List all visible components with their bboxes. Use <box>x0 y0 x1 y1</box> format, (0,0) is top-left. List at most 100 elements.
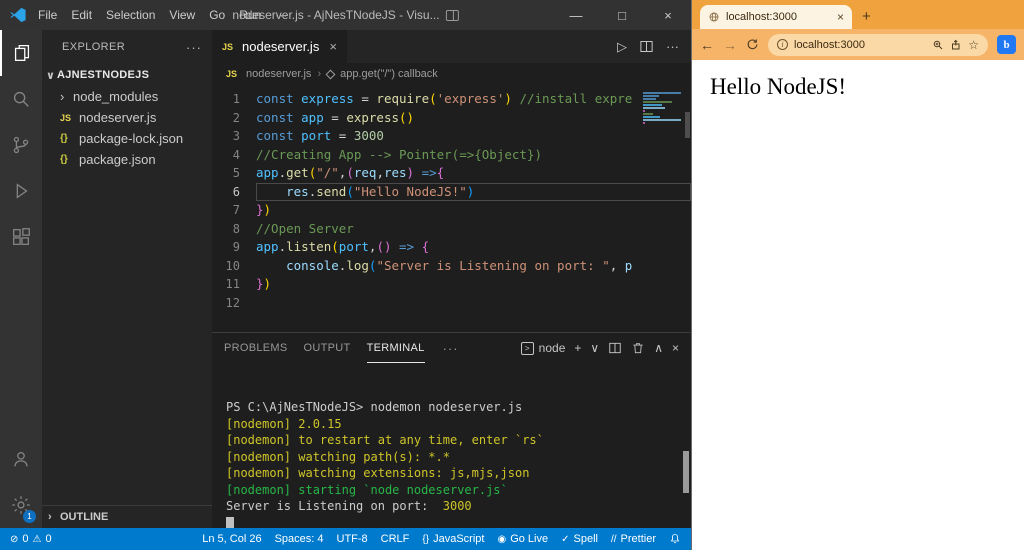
browser-tab-close-icon[interactable]: × <box>837 10 844 24</box>
kill-terminal-icon[interactable] <box>631 341 645 355</box>
outline-section[interactable]: › OUTLINE <box>42 505 212 528</box>
shell-label: node <box>539 341 566 355</box>
menu-item-file[interactable]: File <box>31 0 64 30</box>
status-eol[interactable]: CRLF <box>381 533 410 545</box>
source-control-icon[interactable] <box>0 122 42 168</box>
editor-scrollbar[interactable] <box>685 112 690 138</box>
shell-selector[interactable]: > node <box>521 341 566 355</box>
close-panel-icon[interactable]: × <box>672 341 679 355</box>
breadcrumb-symbol[interactable]: app.get("/") callback <box>340 68 438 80</box>
code-line[interactable]: 6 res.send("Hello NodeJS!") <box>212 183 691 202</box>
forward-button[interactable]: → <box>723 38 737 52</box>
terminal[interactable]: PS C:\AjNesTNodeJS> nodemon nodeserver.j… <box>212 363 691 528</box>
customize-layout-icon[interactable] <box>446 10 459 21</box>
menu-item-view[interactable]: View <box>162 0 202 30</box>
settings-gear-icon[interactable]: 1 <box>0 482 42 528</box>
search-icon[interactable] <box>0 76 42 122</box>
tree-item-nodeserver-js[interactable]: JSnodeserver.js <box>42 107 212 128</box>
code-line[interactable]: 4//Creating App --> Pointer(=>{Object}) <box>212 146 691 165</box>
workspace-root[interactable]: ∨ AJNESTNODEJS <box>42 64 212 86</box>
back-button[interactable]: ← <box>700 38 714 52</box>
code-lines: 1const express = require('express') //in… <box>212 90 691 312</box>
menu-item-go[interactable]: Go <box>202 0 232 30</box>
code-line[interactable]: 10 console.log("Server is Listening on p… <box>212 257 691 276</box>
panel-actions: > node + ∨ ∧ × <box>521 341 679 355</box>
code-line[interactable]: 9app.listen(port,() => { <box>212 238 691 257</box>
panel-more-icon[interactable]: ··· <box>443 341 459 356</box>
panel-tab-output[interactable]: OUTPUT <box>304 333 351 363</box>
code-line[interactable]: 3const port = 3000 <box>212 127 691 146</box>
favorites-star-icon[interactable]: ☆ <box>968 38 979 52</box>
status-indentation[interactable]: Spaces: 4 <box>275 533 324 545</box>
panel-tab-problems[interactable]: PROBLEMS <box>224 333 288 363</box>
new-tab-button[interactable]: + <box>862 9 871 24</box>
panel-tabs: PROBLEMS OUTPUT TERMINAL <box>224 333 441 363</box>
line-number: 2 <box>212 109 256 128</box>
run-file-icon[interactable]: ▷ <box>617 39 627 55</box>
split-terminal-icon[interactable] <box>608 341 622 355</box>
account-icon[interactable] <box>0 436 42 482</box>
tab-close-icon[interactable]: × <box>329 39 337 54</box>
close-button[interactable]: × <box>645 0 691 30</box>
site-info-icon[interactable]: i <box>777 39 788 50</box>
status-language-mode[interactable]: {}JavaScript <box>422 533 484 545</box>
code-text <box>256 294 691 313</box>
menu-item-edit[interactable]: Edit <box>64 0 99 30</box>
editor-more-icon[interactable]: ··· <box>666 39 679 54</box>
tree-item-node-modules[interactable]: ›node_modules <box>42 86 212 107</box>
run-debug-icon[interactable] <box>0 168 42 214</box>
code-line[interactable]: 5app.get("/",(req,res) =>{ <box>212 164 691 183</box>
explorer-icon[interactable] <box>0 30 42 76</box>
chevron-right-icon: › <box>48 511 56 523</box>
code-line[interactable]: 1const express = require('express') //in… <box>212 90 691 109</box>
line-number: 7 <box>212 201 256 220</box>
terminal-scrollbar[interactable] <box>683 451 689 493</box>
code-editor[interactable]: 1const express = require('express') //in… <box>212 85 691 332</box>
status-spell[interactable]: ✓Spell <box>561 533 598 545</box>
status-go-live[interactable]: ◉Go Live <box>497 533 548 545</box>
file-name: package.json <box>79 152 156 167</box>
menu-item-selection[interactable]: Selection <box>99 0 162 30</box>
code-text: const app = express() <box>256 109 691 128</box>
code-line[interactable]: 11}) <box>212 275 691 294</box>
minimap[interactable] <box>641 90 683 130</box>
code-text: //Creating App --> Pointer(=>{Object}) <box>256 146 691 165</box>
breadcrumb-file[interactable]: nodeserver.js <box>246 68 311 80</box>
share-icon[interactable] <box>950 39 962 51</box>
refresh-button[interactable] <box>746 38 759 51</box>
status-cursor-position[interactable]: Ln 5, Col 26 <box>202 533 261 545</box>
problems-indicator[interactable]: ⊘ 0 ⚠ 0 <box>10 533 52 545</box>
chevron-down-icon: ∨ <box>46 69 54 82</box>
warnings-icon: ⚠ <box>33 534 42 545</box>
url-text[interactable]: localhost:3000 <box>794 39 926 51</box>
new-terminal-icon[interactable]: + <box>574 341 581 355</box>
maximize-button[interactable]: □ <box>599 0 645 30</box>
tree-item-package-lock-json[interactable]: {}package-lock.json <box>42 128 212 149</box>
terminal-dropdown-icon[interactable]: ∨ <box>590 341 599 355</box>
bing-sidebar-icon[interactable]: b <box>997 35 1016 54</box>
maximize-panel-icon[interactable]: ∧ <box>654 341 663 355</box>
browser-tab[interactable]: localhost:3000 × <box>700 5 852 29</box>
status-prettier[interactable]: //Prettier <box>611 533 656 545</box>
minimize-button[interactable]: — <box>553 0 599 30</box>
terminal-shell-icon: > <box>521 342 534 355</box>
code-line[interactable]: 8//Open Server <box>212 220 691 239</box>
address-bar[interactable]: i localhost:3000 ☆ <box>768 34 988 56</box>
status-encoding[interactable]: UTF-8 <box>337 533 368 545</box>
sidebar-more-icon[interactable]: ··· <box>186 40 202 55</box>
editor-tab-nodeserver[interactable]: JS nodeserver.js × <box>212 30 347 63</box>
extensions-icon[interactable] <box>0 214 42 260</box>
code-line[interactable]: 2const app = express() <box>212 109 691 128</box>
notifications-bell-icon[interactable] <box>669 533 681 545</box>
code-line[interactable]: 12 <box>212 294 691 313</box>
terminal-lines: PS C:\AjNesTNodeJS> nodemon nodeserver.j… <box>226 399 691 528</box>
code-line[interactable]: 7}) <box>212 201 691 220</box>
panel-tab-terminal[interactable]: TERMINAL <box>367 333 425 363</box>
split-editor-icon[interactable] <box>639 39 654 54</box>
editor-tabbar: JS nodeserver.js × ▷ ··· <box>212 30 691 63</box>
tree-item-package-json[interactable]: {}package.json <box>42 149 212 170</box>
code-text: const express = require('express') //ins… <box>256 90 691 109</box>
browser-tabstrip: localhost:3000 × + <box>692 0 1024 29</box>
zoom-icon[interactable] <box>932 39 944 51</box>
vscode-titlebar: FileEditSelectionViewGoRun··· nodeserver… <box>0 0 691 30</box>
